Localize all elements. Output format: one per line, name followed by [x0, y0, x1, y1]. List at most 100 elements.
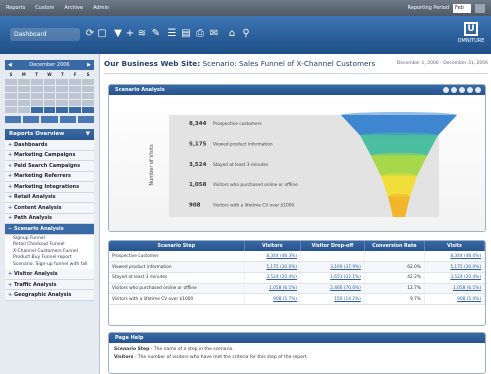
calendar-day[interactable]: [69, 79, 82, 85]
sub-menu-item[interactable]: Scenario: Sign-up funnel with fall: [13, 262, 94, 269]
menu-custom[interactable]: Custom: [35, 5, 54, 11]
col-scenario-step[interactable]: Scenario Step: [109, 241, 245, 251]
calendar-day[interactable]: [82, 107, 94, 113]
dashboard-button[interactable]: Dashboard: [10, 28, 80, 41]
table-row[interactable]: Viewed product information 5,175 (30.0%) 3…: [109, 261, 485, 273]
help-icon[interactable]: [467, 87, 473, 93]
sidebar-item[interactable]: + Dashboards: [5, 140, 94, 151]
cell-visits-value[interactable]: 1,058 (6.1%): [453, 286, 481, 291]
expand-icon[interactable]: +: [8, 203, 12, 213]
graph-icon[interactable]: ≋: [136, 27, 148, 40]
calendar-day[interactable]: [43, 107, 56, 113]
cell-visitors-value[interactable]: 908 (5.7%): [273, 297, 297, 302]
calendar-day[interactable]: [82, 86, 94, 92]
expand-icon[interactable]: +: [8, 269, 12, 279]
cell-visitor-dropoff-value[interactable]: 2,466 (70.0%): [330, 286, 361, 291]
table-row[interactable]: Visitors with a lifetime CV over $1000 90…: [109, 293, 485, 305]
calendar-day[interactable]: [56, 93, 69, 99]
expand-icon[interactable]: +: [8, 150, 12, 160]
cell-visits-value[interactable]: 8,344 (48.0%): [450, 254, 481, 259]
calendar-day[interactable]: [5, 107, 17, 113]
sidebar-item[interactable]: + Content Analysis: [5, 203, 94, 214]
expand-icon[interactable]: +: [8, 161, 12, 171]
cell-visitors-value[interactable]: 3,524 (20.4%): [266, 275, 297, 280]
close-icon[interactable]: [475, 87, 481, 93]
sidebar-item[interactable]: + Marketing Campaigns: [5, 150, 94, 161]
email-icon[interactable]: ✉: [208, 27, 220, 40]
col-visitor-dropoff[interactable]: Visitor Drop-off: [300, 241, 365, 251]
table-icon[interactable]: [451, 87, 457, 93]
sidebar-item[interactable]: + Paid Search Campaigns: [5, 161, 94, 172]
menu-reports[interactable]: Reports: [6, 5, 25, 11]
calendar-day[interactable]: [56, 79, 69, 85]
calendar-day[interactable]: [17, 79, 30, 85]
calendar-day[interactable]: [43, 79, 56, 85]
table-row[interactable]: Stayed at least 3 minutes 3,524 (20.4%) 1,…: [109, 272, 485, 284]
collapse-icon[interactable]: ▼: [86, 129, 90, 140]
sidebar-item[interactable]: + Geographic Analysis: [5, 290, 94, 301]
filter-icon[interactable]: ▼: [112, 27, 124, 40]
refresh-icon[interactable]: ⟳: [84, 27, 96, 40]
cell-visitors-value[interactable]: 8,344 (48.3%): [266, 254, 297, 259]
calendar-day[interactable]: [82, 100, 94, 106]
collapse-icon[interactable]: −: [8, 224, 12, 234]
cell-visits-value[interactable]: 908 (5.0%): [457, 297, 481, 302]
col-visits[interactable]: Visits: [424, 241, 485, 251]
calendar-day[interactable]: [17, 107, 30, 113]
expand-icon[interactable]: +: [8, 280, 12, 290]
calendar-day[interactable]: [43, 100, 56, 106]
expand-icon[interactable]: +: [8, 140, 12, 150]
stack-icon[interactable]: ☰: [166, 27, 178, 40]
expand-icon[interactable]: +: [8, 171, 12, 181]
table-row[interactable]: Prospective customer 8,344 (48.3%) 8,344 (…: [109, 251, 485, 263]
sidebar-item[interactable]: + Path Analysis: [5, 213, 94, 224]
cell-visitor-dropoff-value[interactable]: 3,169 (37.9%): [330, 265, 361, 270]
calendar-day[interactable]: [5, 100, 17, 106]
reports-header[interactable]: Reports Overview ▼: [5, 129, 94, 140]
cell-visits-value[interactable]: 5,175 (30.0%): [450, 265, 481, 270]
calendar-day[interactable]: [17, 93, 30, 99]
expand-icon[interactable]: +: [8, 182, 12, 192]
calendar-day[interactable]: [56, 100, 69, 106]
sidebar-item[interactable]: + Retail Analysis: [5, 192, 94, 203]
cell-visitor-dropoff-value[interactable]: 150 (14.2%): [334, 297, 361, 302]
col-visitors[interactable]: Visitors: [244, 241, 301, 251]
go-button[interactable]: [475, 3, 485, 13]
menu-admin[interactable]: Admin: [93, 5, 109, 11]
calendar-day[interactable]: [17, 86, 30, 92]
sidebar-item[interactable]: + Visitor Analysis: [5, 269, 94, 280]
calendar-week-icon[interactable]: [23, 116, 40, 123]
cell-visits-value[interactable]: 3,524 (20.4%): [450, 275, 481, 280]
calendar-day-icon[interactable]: [5, 116, 22, 123]
cell-visitor-dropoff-value[interactable]: 1,651 (32.1%): [330, 275, 361, 280]
graph-icon[interactable]: [443, 87, 449, 93]
menu-archive[interactable]: Archive: [64, 5, 83, 11]
window-icon[interactable]: ▢: [96, 27, 108, 40]
calendar-day[interactable]: [30, 93, 43, 99]
sidebar-item[interactable]: + Marketing Integrations: [5, 182, 94, 193]
calendar-quarter-icon[interactable]: [59, 116, 76, 123]
sidebar-item[interactable]: − Scenario Analysis: [5, 224, 94, 235]
sidebar-item[interactable]: + Traffic Analysis: [5, 279, 94, 291]
calendar-day[interactable]: [30, 79, 43, 85]
table-row[interactable]: Visitors who purchased online or offline…: [109, 283, 485, 295]
home-icon[interactable]: ⌂: [226, 27, 238, 40]
calendar-day[interactable]: [5, 79, 17, 85]
plus-icon[interactable]: +: [124, 27, 136, 40]
col-conversion-rate[interactable]: Conversion Rate: [364, 241, 425, 251]
print-icon[interactable]: ⎙: [194, 27, 206, 40]
cell-visitors-value[interactable]: 1,058 (6.1%): [269, 286, 297, 291]
calendar-year-icon[interactable]: [77, 116, 95, 123]
calendar-day[interactable]: [30, 86, 43, 92]
calendar-day[interactable]: [30, 100, 43, 106]
calendar-day[interactable]: [17, 100, 30, 106]
calendar-day[interactable]: [56, 86, 69, 92]
document-icon[interactable]: ▤: [180, 27, 192, 40]
calendar-prev-icon[interactable]: ◀: [8, 62, 12, 68]
calendar-month-icon[interactable]: [41, 116, 58, 123]
calendar-day[interactable]: [69, 107, 82, 113]
sidebar-item[interactable]: + Marketing Referrers: [5, 171, 94, 182]
calendar-day[interactable]: [43, 86, 56, 92]
settings-icon[interactable]: [459, 87, 465, 93]
calendar-day[interactable]: [56, 107, 69, 113]
